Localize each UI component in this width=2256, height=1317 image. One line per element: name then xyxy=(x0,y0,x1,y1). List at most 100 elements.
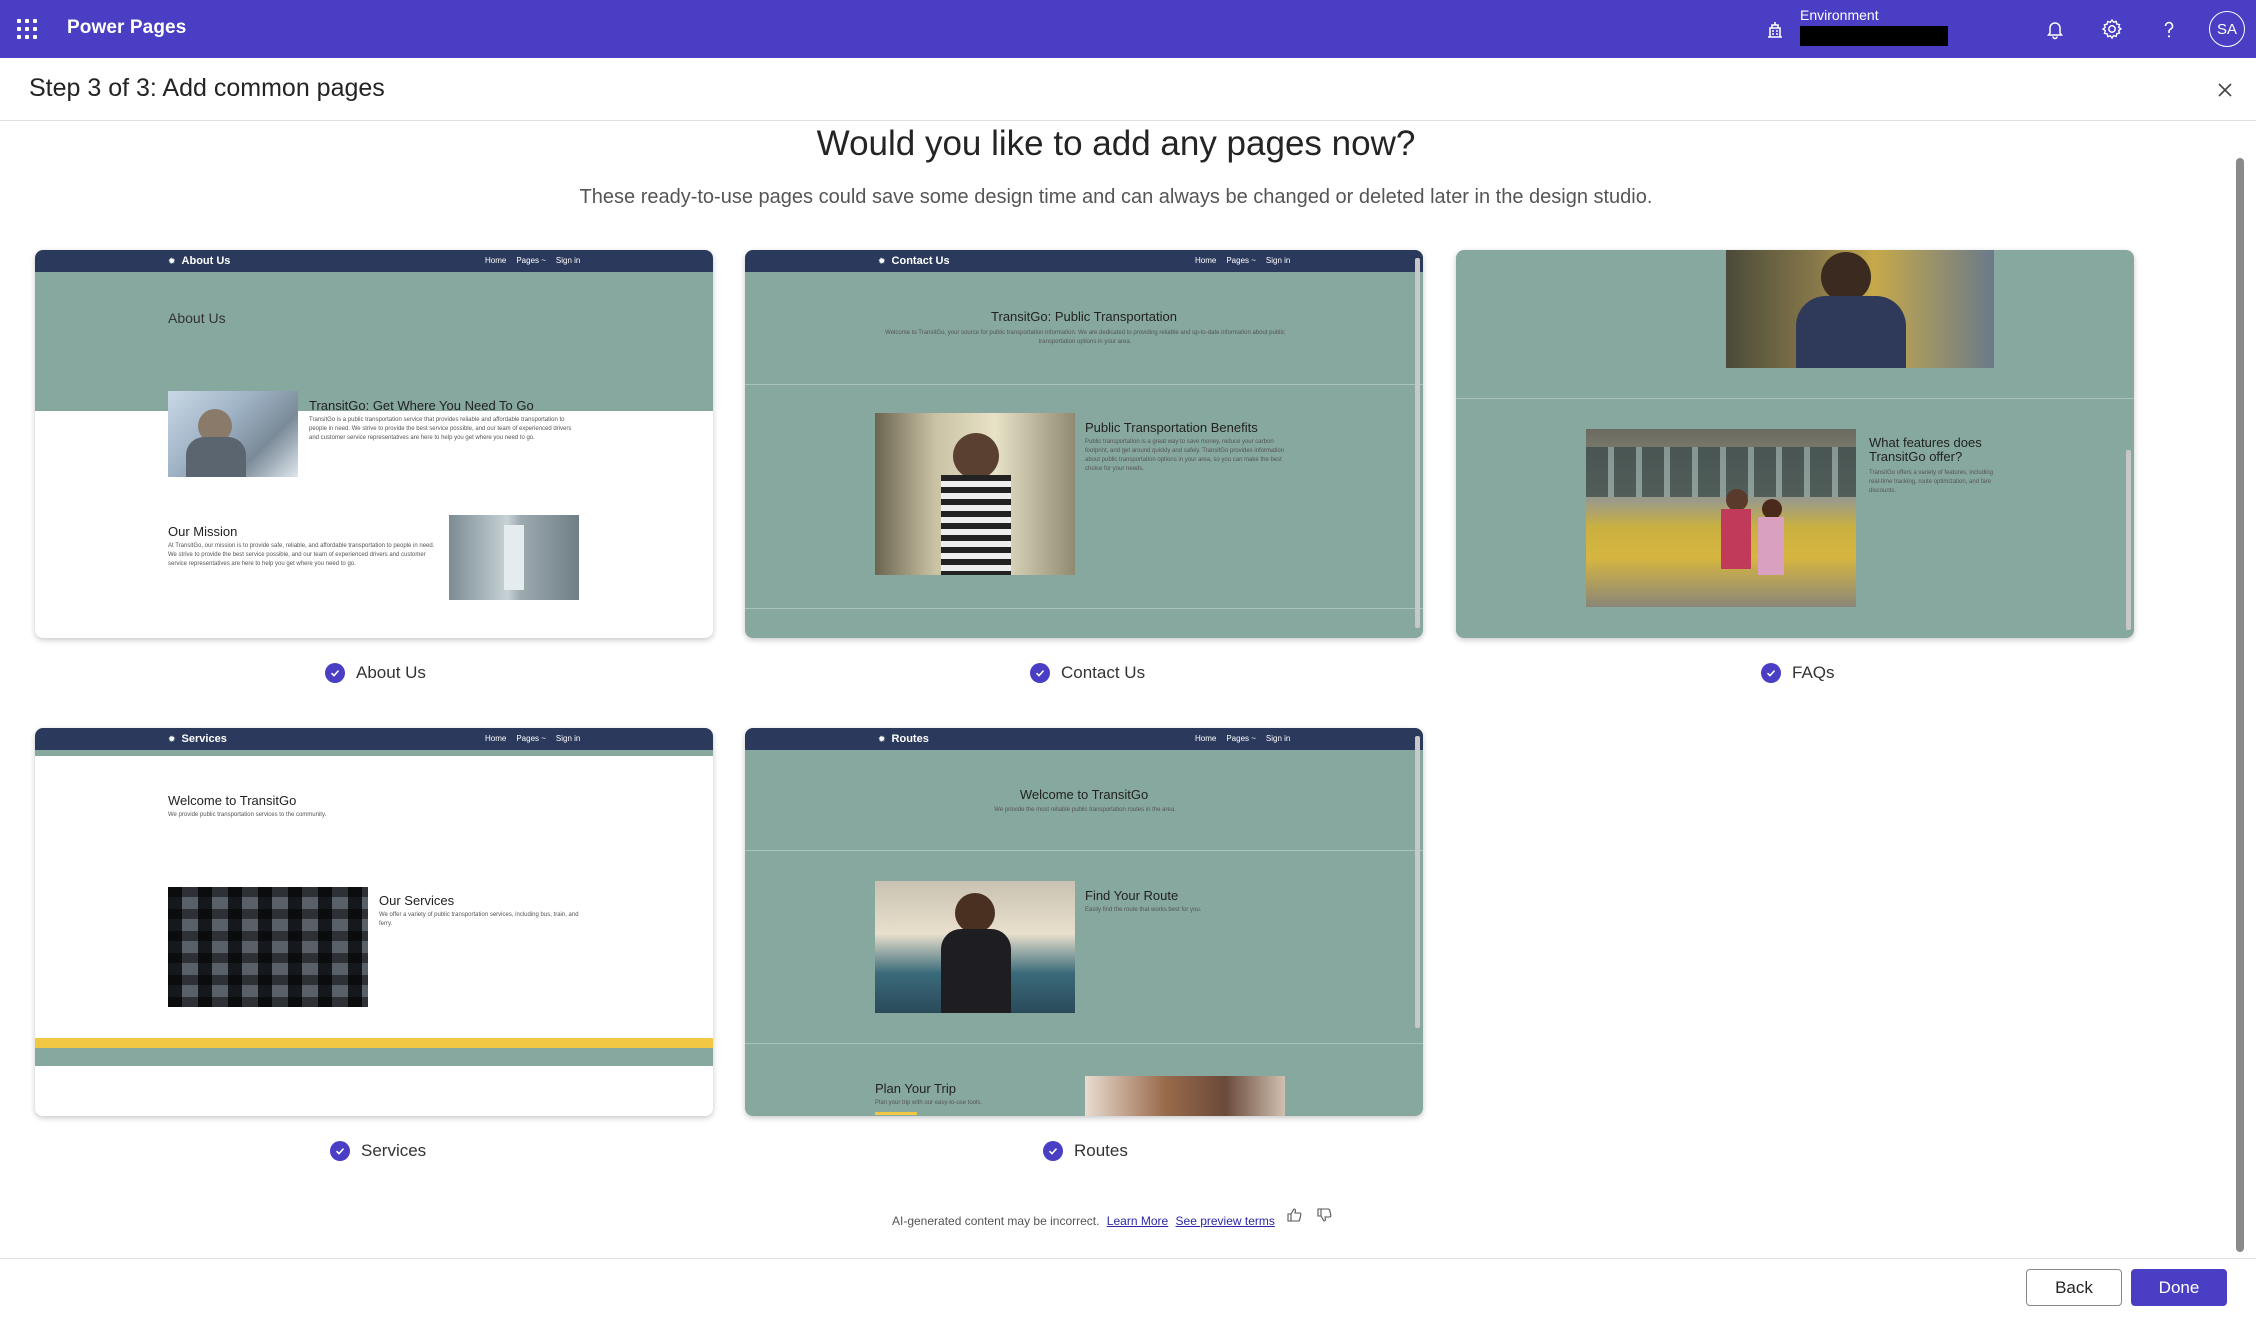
preview-image-traffic xyxy=(168,887,368,1007)
checkmark-icon[interactable] xyxy=(330,1141,350,1161)
page-card-contact-us[interactable]: Contact Us HomePages ~Sign in TransitGo:… xyxy=(745,250,1423,638)
preview-hero-text: Welcome to TransitGo, your source for pu… xyxy=(885,330,1285,345)
preview-image-woman-on-train xyxy=(875,881,1075,1013)
preview-links: Home Pages ~ Sign in xyxy=(485,256,581,265)
preview-brand: Routes xyxy=(878,733,929,745)
preview-accent-bar xyxy=(35,1038,713,1048)
preview-divider xyxy=(1456,398,2134,399)
page-scrollbar[interactable] xyxy=(2236,158,2244,1252)
page-card-services[interactable]: Services HomePages ~Sign in Welcome to T… xyxy=(35,728,713,1116)
card-label-about-us[interactable]: About Us xyxy=(325,663,426,683)
preview-nav: About Us HomePages ~Sign in xyxy=(35,250,713,272)
preview-links: Home Pages ~ Sign in xyxy=(485,734,581,743)
card-label-text: Services xyxy=(361,1141,427,1160)
app-launcher-icon[interactable] xyxy=(17,19,37,39)
settings-gear-icon[interactable] xyxy=(2098,15,2126,43)
preview-hero-title: Welcome to TransitGo xyxy=(1019,787,1149,802)
page-card-routes[interactable]: Routes HomePages ~Sign in Welcome to Tra… xyxy=(745,728,1423,1116)
checkmark-icon[interactable] xyxy=(1030,663,1050,683)
step-title: Step 3 of 3: Add common pages xyxy=(29,74,385,102)
preview-section1-text: TransitGo is a public transportation ser… xyxy=(309,417,572,441)
page-subheading: These ready-to-use pages could save some… xyxy=(579,186,1653,208)
preview-section2-title: Our Mission xyxy=(168,524,238,539)
preview-section1-text: TransitGo offers a variety of features, … xyxy=(1869,470,1994,494)
preview-brand: Services xyxy=(168,733,227,745)
preview-section1-text: Easily find the route that works best fo… xyxy=(1085,907,1202,913)
checkmark-icon[interactable] xyxy=(1761,663,1781,683)
preview-nav: Contact Us HomePages ~Sign in xyxy=(745,250,1423,272)
preview-divider xyxy=(745,1043,1423,1044)
preview-scrollbar[interactable] xyxy=(2126,450,2131,630)
preview-section1-title: What features does TransitGo offer? xyxy=(1869,435,1982,464)
preview-section2-title: Plan Your Trip xyxy=(875,1081,956,1096)
card-label-contact-us[interactable]: Contact Us xyxy=(1030,663,1145,683)
preview-hero xyxy=(35,272,713,411)
page-card-about-us[interactable]: About Us HomePages ~Sign in About Us Tra… xyxy=(35,250,713,638)
notifications-icon[interactable] xyxy=(2041,15,2069,43)
card-label-text: FAQs xyxy=(1792,663,1835,682)
ai-disclaimer-text: AI-generated content may be incorrect. xyxy=(892,1214,1100,1228)
preview-section1-title: Find Your Route xyxy=(1085,888,1179,903)
checkmark-icon[interactable] xyxy=(325,663,345,683)
preview-section1-text: We offer a variety of public transportat… xyxy=(379,912,579,927)
preview-brand: Contact Us xyxy=(878,255,950,267)
preview-image-people-by-train xyxy=(1586,429,1856,607)
thumbs-up-icon[interactable] xyxy=(1286,1206,1304,1224)
preview-accent-bar xyxy=(875,1112,917,1115)
preview-divider xyxy=(745,384,1423,385)
preview-links: Home Pages ~ Sign in xyxy=(1195,734,1291,743)
preview-links: Home Pages ~ Sign in xyxy=(1195,256,1291,265)
preview-brand: About Us xyxy=(168,255,231,267)
preview-hero-title: About Us xyxy=(168,310,226,326)
wizard-footer xyxy=(0,1258,2256,1317)
preview-section1-title: Public Transportation Benefits xyxy=(1085,420,1258,435)
wizard-header: Step 3 of 3: Add common pages xyxy=(0,58,2256,121)
thumbs-down-icon[interactable] xyxy=(1316,1206,1334,1224)
learn-more-link[interactable]: Learn More xyxy=(1107,1214,1168,1228)
card-label-text: Routes xyxy=(1074,1141,1128,1160)
preview-section2-text: At TransitGo, our mission is to provide … xyxy=(168,543,435,567)
preview-scrollbar[interactable] xyxy=(1415,258,1420,628)
preview-band xyxy=(35,1048,713,1066)
preview-divider xyxy=(745,850,1423,851)
preview-image-man-on-bus xyxy=(1726,250,1994,368)
card-label-services[interactable]: Services xyxy=(330,1141,426,1161)
preview-hero-text: We provide public transportation service… xyxy=(168,812,327,818)
preview-scrollbar[interactable] xyxy=(1415,736,1420,1028)
card-label-routes[interactable]: Routes xyxy=(1043,1141,1128,1161)
close-icon[interactable] xyxy=(2213,78,2237,102)
card-label-text: About Us xyxy=(356,663,426,682)
page-card-faqs[interactable]: What features does TransitGo offer? Tran… xyxy=(1456,250,2134,638)
preview-section1-title: Our Services xyxy=(379,893,455,908)
environment-icon[interactable] xyxy=(1764,18,1786,40)
help-icon[interactable] xyxy=(2155,15,2183,43)
app-header: Power Pages Environment SA xyxy=(0,0,2256,58)
preview-image-people xyxy=(1085,1076,1285,1116)
checkmark-icon[interactable] xyxy=(1043,1141,1063,1161)
preview-image-man-on-train xyxy=(168,391,298,477)
preview-terms-link[interactable]: See preview terms xyxy=(1176,1214,1275,1228)
preview-nav: Routes HomePages ~Sign in xyxy=(745,728,1423,750)
preview-image-train-interior xyxy=(449,515,579,600)
ai-disclaimer: AI-generated content may be incorrect. L… xyxy=(892,1214,1275,1228)
environment-value xyxy=(1800,26,1948,46)
environment-label: Environment xyxy=(1800,7,1879,23)
preview-hero-title: Welcome to TransitGo xyxy=(168,793,297,808)
preview-section2-text: Plan your trip with our easy-to-use tool… xyxy=(875,1100,983,1106)
preview-image-woman-with-phone xyxy=(875,413,1075,575)
preview-divider xyxy=(745,608,1423,609)
preview-section1-title: TransitGo: Get Where You Need To Go xyxy=(309,398,534,413)
card-label-faqs[interactable]: FAQs xyxy=(1761,663,1835,683)
card-label-text: Contact Us xyxy=(1061,663,1146,682)
app-title[interactable]: Power Pages xyxy=(67,17,186,39)
preview-section1-text: Public transportation is a great way to … xyxy=(1085,439,1284,472)
preview-nav: Services HomePages ~Sign in xyxy=(35,728,713,750)
done-button[interactable]: Done xyxy=(2131,1269,2227,1306)
preview-band xyxy=(35,750,713,756)
user-avatar[interactable]: SA xyxy=(2209,11,2245,47)
preview-hero-text: We provide the most reliable public tran… xyxy=(994,807,1176,813)
page-heading: Would you like to add any pages now? xyxy=(816,124,1416,163)
back-button[interactable]: Back xyxy=(2026,1269,2122,1306)
environment-picker[interactable]: Environment xyxy=(1800,6,1948,46)
preview-hero-title: TransitGo: Public Transportation xyxy=(991,309,1177,324)
